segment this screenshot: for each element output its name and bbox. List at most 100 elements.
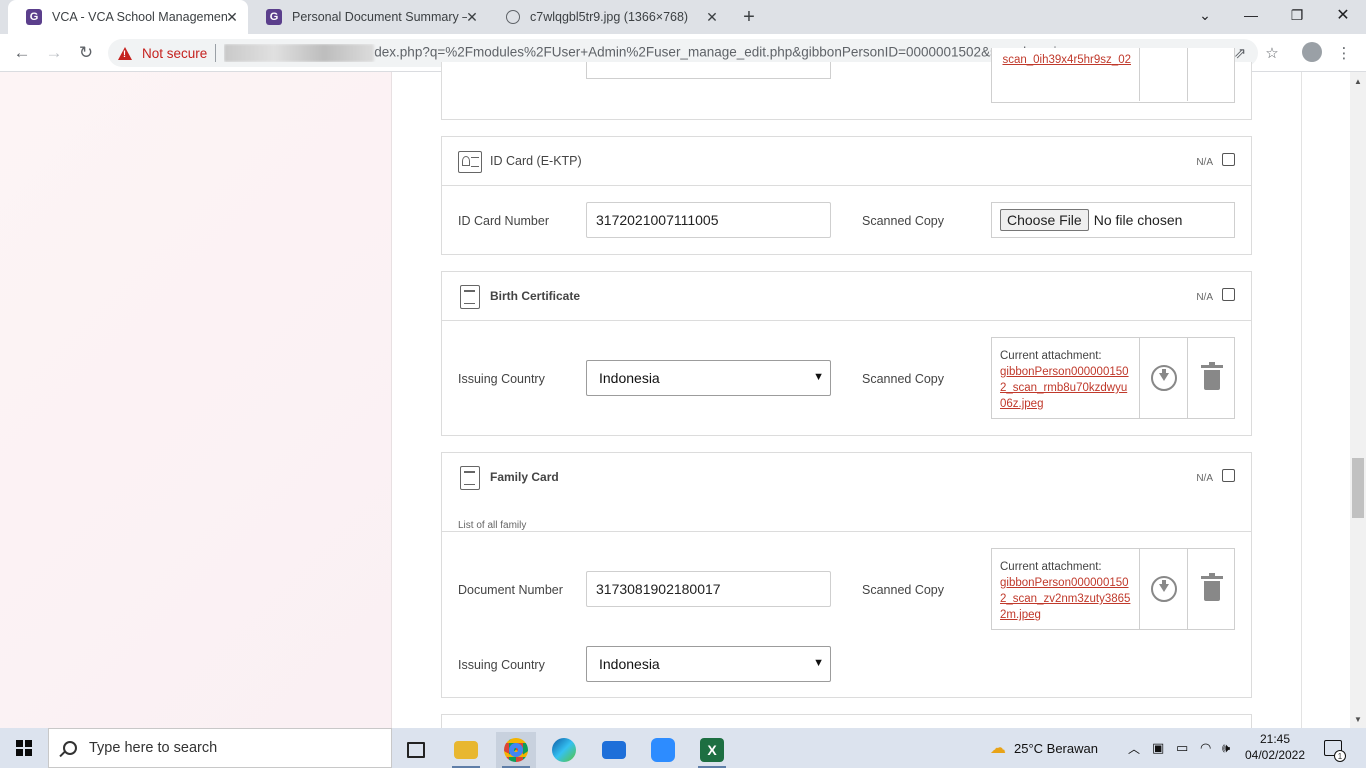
na-label: N/A [1196,157,1213,168]
left-sidebar-background [0,72,392,728]
attachment-link[interactable]: gibbonPerson0000001502_scan_rmb8u70kzdwy… [1000,366,1129,410]
divider [215,44,217,62]
right-margin [1302,72,1350,728]
birth-certificate-section: Birth Certificate N/A Issuing Country In… [441,271,1252,436]
close-icon[interactable]: ✕ [464,9,480,25]
document-number-input[interactable]: 3173081902180017 [586,571,831,607]
mail-icon[interactable] [594,732,634,768]
scroll-thumb[interactable] [1352,458,1364,518]
issuing-country-select[interactable]: Indonesia ▼ [586,360,831,396]
restore-icon[interactable]: ❐ [1274,0,1320,30]
current-attachment: Current attachment: gibbonPerson00000015… [991,548,1235,630]
tab-personal-document[interactable]: G Personal Document Summary — ✕ [248,0,488,34]
na-checkbox[interactable] [1222,469,1235,482]
scroll-up-icon[interactable]: ▲ [1350,74,1366,88]
system-clock[interactable]: 21:45 04/02/2022 [1240,731,1310,763]
trash-icon [1201,362,1223,390]
download-button[interactable] [1140,338,1188,418]
na-label: N/A [1196,473,1213,484]
clock-time: 21:45 [1259,732,1291,746]
warning-triangle-icon [118,46,132,60]
id-card-icon [458,151,482,173]
delete-button[interactable] [1188,549,1236,629]
next-document-section [441,714,1252,728]
tab-search-chevron-icon[interactable]: ⌄ [1182,0,1228,30]
section-title: ID Card (E-KTP) [490,154,582,168]
chevron-down-icon: ▼ [813,657,824,669]
page-scrollbar[interactable]: ▲ ▼ [1350,72,1366,728]
attachment-link[interactable]: gibbonPerson0000001502_scan_zv2nm3zuty38… [1000,577,1130,621]
document-icon [460,466,480,490]
file-explorer-icon[interactable] [446,732,486,768]
choose-file-button[interactable]: Choose File [1000,209,1089,231]
download-button[interactable] [1140,549,1188,629]
reload-icon[interactable]: ↻ [74,41,98,65]
close-icon[interactable]: ✕ [704,9,720,25]
previous-text-field[interactable] [586,62,831,79]
kebab-menu-icon[interactable]: ⋮ [1334,43,1354,63]
wifi-icon[interactable]: ◠ [1200,728,1211,768]
attachment-label: Current attachment: [1000,561,1102,573]
chevron-up-icon[interactable]: ︿ [1128,728,1140,768]
issuing-country-label: Issuing Country [458,658,545,672]
previous-attachment-link[interactable]: 02_scan_0ih39x4r5hr9sze.pdf [1000,52,1131,68]
task-view-icon[interactable] [396,732,436,768]
na-label: N/A [1196,292,1213,303]
section-title: Birth Certificate [490,289,581,303]
forward-arrow-icon[interactable]: → [42,41,66,65]
id-card-number-label: ID Card Number [458,214,549,228]
weather-widget[interactable]: ☁ 25°C Berawan [990,728,1098,768]
battery-icon[interactable]: ▭ [1176,728,1188,768]
bookmark-star-icon[interactable]: ☆ [1262,43,1282,63]
close-icon[interactable]: ✕ [224,9,240,25]
window-close-icon[interactable]: ✕ [1320,0,1366,30]
weather-cloud-icon: ☁ [990,740,1006,757]
security-tray-icon[interactable]: ▣ [1152,728,1164,768]
tab-vca-school[interactable]: G VCA - VCA School Management ✕ [8,0,248,34]
trash-icon [1201,573,1223,601]
document-icon [460,285,480,309]
chevron-down-icon: ▼ [813,371,824,383]
selected-country: Indonesia [599,656,660,672]
na-checkbox[interactable] [1222,288,1235,301]
download-icon [1150,365,1177,391]
windows-start-icon[interactable] [16,740,32,756]
tab-image[interactable]: c7wlqgbl5tr9.jpg (1366×768) ✕ [488,0,728,34]
scanned-copy-label: Scanned Copy [862,214,945,228]
tab-title: c7wlqgbl5tr9.jpg (1366×768) [530,10,689,24]
section-title: Family Card [490,470,559,484]
scanned-copy-file-input[interactable]: Choose File No file chosen [991,202,1235,238]
new-tab-plus-icon[interactable]: + [738,6,760,28]
profile-avatar-icon[interactable] [1302,42,1322,62]
back-arrow-icon[interactable]: ← [10,41,34,65]
excel-icon[interactable]: X [692,732,732,768]
edge-icon[interactable] [544,732,584,768]
url-text: dex.php?q=%2Fmodules%2FUser+Admin%2Fuser… [224,44,1057,62]
issuing-country-label: Issuing Country [458,372,545,386]
chrome-icon[interactable] [496,732,536,768]
scanned-copy-label: Scanned Copy [862,372,945,386]
volume-icon[interactable]: 🕪 [1222,728,1230,768]
download-button[interactable] [1140,48,1188,101]
search-placeholder: Type here to search [89,740,218,756]
windows-taskbar: Type here to search X ☁ 25°C Berawan ︿ ▣… [0,728,1366,768]
issuing-country-select[interactable]: Indonesia ▼ [586,646,831,682]
tab-title: VCA - VCA School Management [52,10,227,24]
section-header: ID Card (E-KTP) N/A [442,137,1251,186]
na-checkbox[interactable] [1222,153,1235,166]
family-card-section: Family Card N/A List of all family Docum… [441,452,1252,698]
tab-title: Personal Document Summary — [292,10,467,24]
delete-button[interactable] [1188,48,1236,101]
current-attachment: Current attachment: gibbonPerson00000015… [991,337,1235,419]
redacted-host [224,44,375,62]
notification-count: 1 [1334,750,1346,762]
selected-country: Indonesia [599,370,660,386]
scroll-down-icon[interactable]: ▼ [1350,712,1366,726]
taskbar-search-box[interactable]: Type here to search [48,728,392,768]
zoom-icon[interactable] [643,732,683,768]
id-card-number-input[interactable]: 3172021007111005 [586,202,831,238]
delete-button[interactable] [1188,338,1236,418]
minimize-icon[interactable]: — [1228,0,1274,30]
document-number-label: Document Number [458,583,563,597]
download-icon [1150,576,1177,602]
